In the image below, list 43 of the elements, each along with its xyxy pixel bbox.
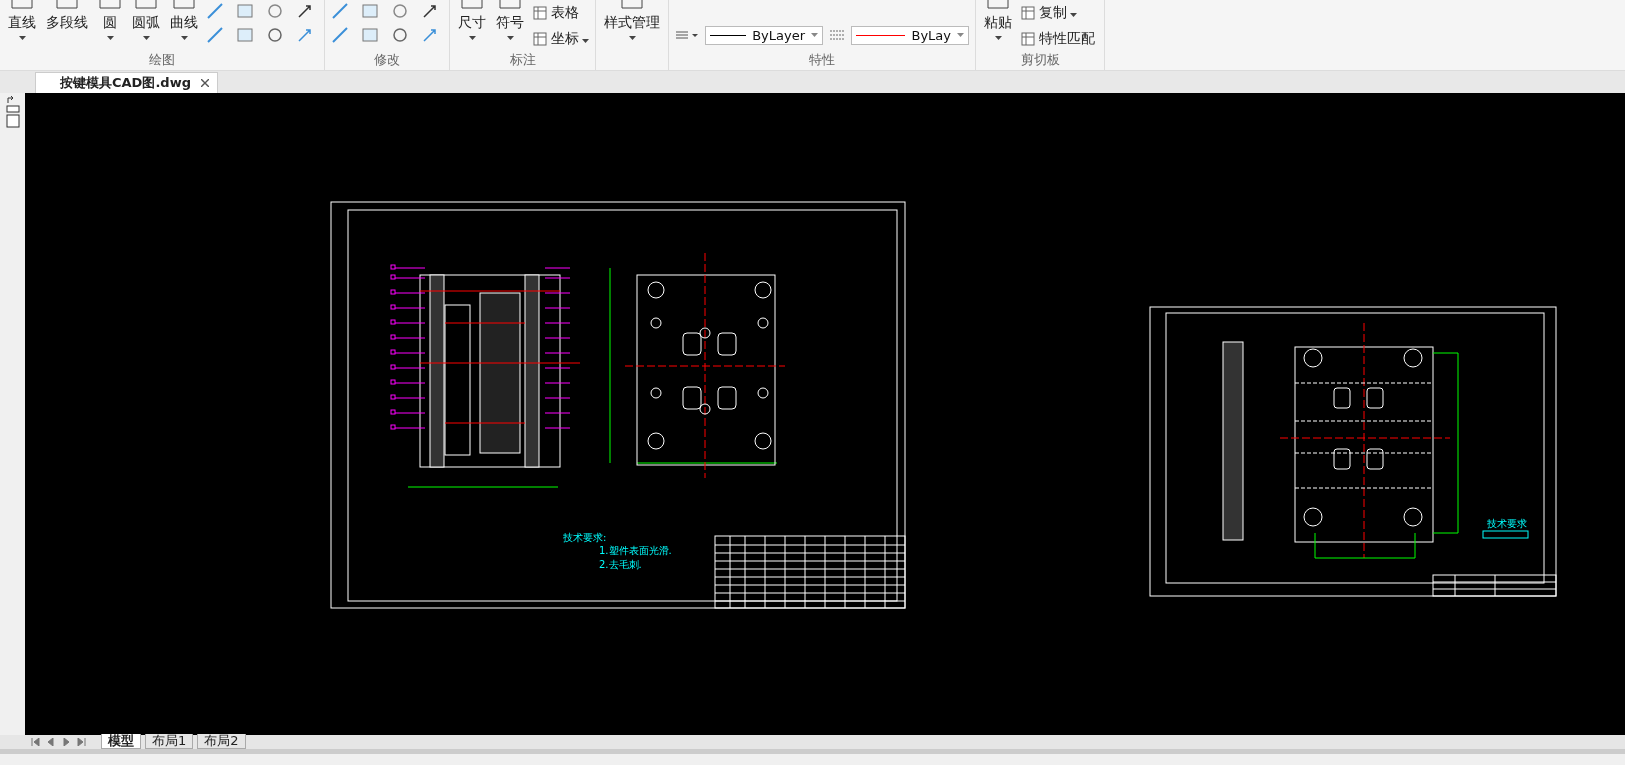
drawing-canvas[interactable]: 技术要求: 1.塑件表面光滑. 2.去毛刺. 技术要求 — [25, 93, 1625, 735]
table-icon — [1020, 31, 1036, 47]
ribbon-button[interactable]: 复制 — [1020, 2, 1098, 24]
toolbar-icon[interactable] — [5, 95, 20, 129]
note-text: 技术要求: — [563, 532, 607, 543]
ribbon-button[interactable]: 特性匹配 — [1020, 28, 1098, 50]
group-title: 标注 — [508, 52, 537, 69]
line-dropdown[interactable]: ByLay — [851, 25, 969, 45]
ribbon-button[interactable]: 样式管理 — [602, 0, 662, 40]
pointer-icon[interactable] — [296, 2, 314, 20]
note-text: 2.去毛刺. — [599, 559, 642, 570]
ribbon-button[interactable]: 多段线 — [44, 0, 90, 40]
table-icon — [532, 5, 548, 21]
ribbon-button[interactable]: 直线 — [6, 0, 38, 40]
ribbon-button[interactable]: 曲线 — [168, 0, 200, 40]
caret-icon — [957, 33, 964, 37]
ribbon-button[interactable]: 尺寸 — [456, 0, 488, 40]
ribbon-button[interactable]: 粘贴 — [982, 0, 1014, 40]
layout-tab[interactable]: 布局1 — [145, 734, 194, 749]
ribbon-button[interactable]: 圆弧 — [130, 0, 162, 40]
group-title: 绘图 — [148, 52, 176, 69]
line-tool-icon[interactable] — [206, 2, 224, 20]
rectangle-tool-icon[interactable] — [236, 2, 254, 20]
ribbon-button[interactable]: 圆 — [96, 0, 124, 40]
linetype-icon[interactable] — [829, 29, 845, 41]
document-tab[interactable]: 按键模具CAD图.dwg — [35, 72, 218, 93]
layout-tab[interactable]: 布局2 — [197, 734, 246, 749]
group-title: 修改 — [373, 52, 401, 69]
group-title: 剪切板 — [1019, 52, 1061, 69]
caret-icon — [811, 33, 818, 37]
ribbon-button[interactable]: 坐标 — [532, 28, 589, 50]
lineweight-icon[interactable] — [675, 29, 699, 41]
ray-tool-icon[interactable] — [206, 26, 224, 44]
note-text: 1.塑件表面光滑. — [599, 545, 672, 556]
layout-tab[interactable]: 模型 — [101, 734, 141, 749]
ribbon-button[interactable]: 符号 — [494, 0, 526, 40]
table-icon — [1020, 5, 1036, 21]
line-dropdown[interactable]: ByLayer — [705, 25, 823, 45]
close-icon[interactable] — [200, 79, 209, 87]
note-text: 技术要求 — [1487, 518, 1527, 529]
group-title: 特性 — [808, 52, 836, 69]
ribbon-button[interactable]: 表格 — [532, 2, 589, 24]
table-icon — [532, 31, 548, 47]
